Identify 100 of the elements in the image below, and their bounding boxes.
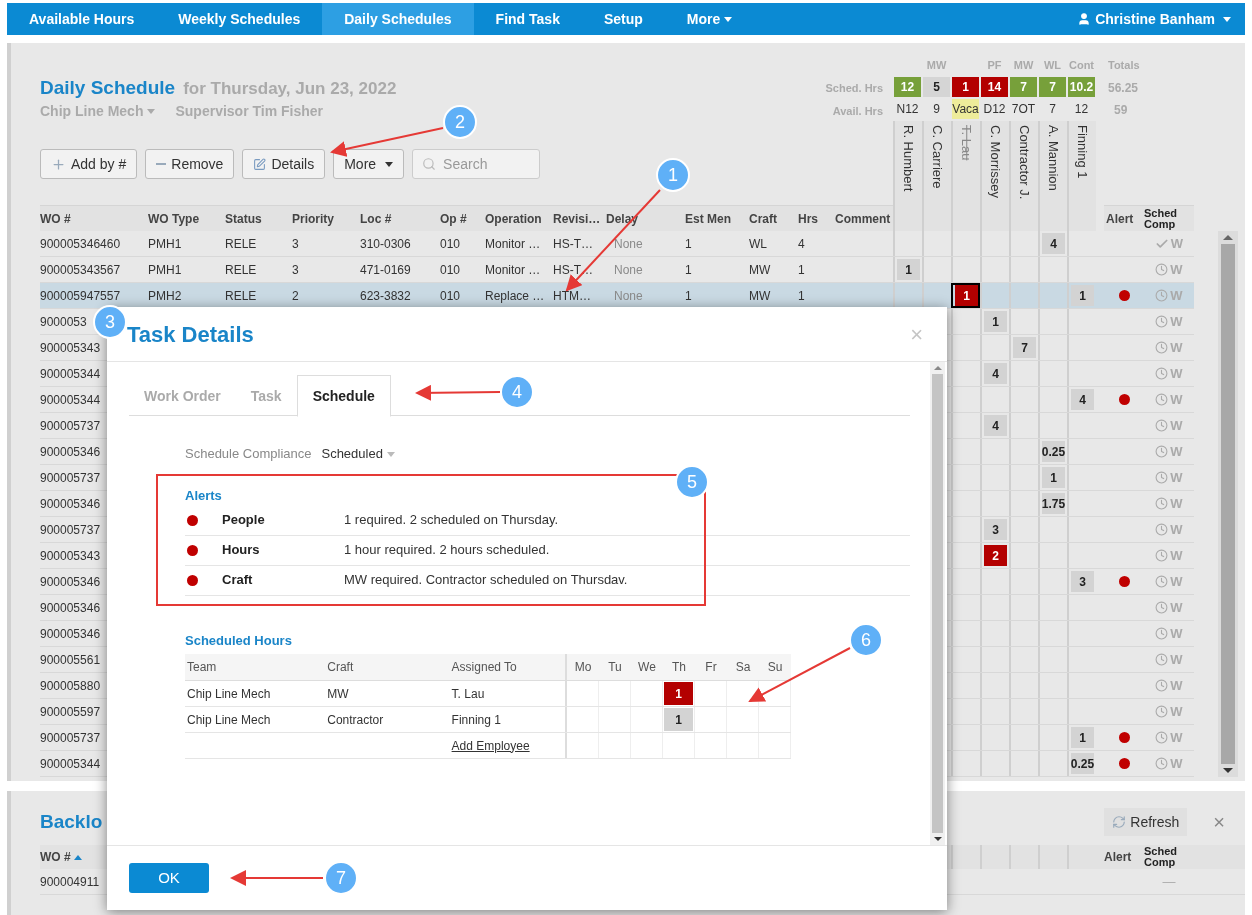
column-header[interactable]: Hrs xyxy=(798,205,835,231)
user-menu[interactable]: Christine Banham xyxy=(1077,3,1245,35)
hours-cell[interactable]: 3 xyxy=(980,517,1009,542)
hours-cell[interactable]: 1 xyxy=(1067,283,1096,308)
hours-cell[interactable]: 0.25 xyxy=(1067,751,1096,776)
scheduled-hours: 14 xyxy=(981,77,1008,97)
toolbar-button[interactable]: Details xyxy=(242,149,326,179)
hours-cell[interactable]: 2 xyxy=(980,543,1009,568)
compliance-dropdown[interactable]: Scheduled xyxy=(321,444,395,464)
compliance-code: W xyxy=(1170,520,1183,539)
scheduled-hours: 12 xyxy=(894,77,921,97)
nav-tab[interactable]: More xyxy=(664,3,755,35)
column-header[interactable]: Status xyxy=(225,205,292,231)
add-employee-link[interactable]: Add Employee xyxy=(449,736,565,755)
hours-cell[interactable]: 0.25 xyxy=(1038,439,1067,464)
scrollbar[interactable] xyxy=(1218,231,1238,777)
totals-label: Totals xyxy=(1107,58,1141,73)
table-cell-text: 900005346460 xyxy=(40,235,121,253)
table-cell-text: 900005344 xyxy=(40,365,101,383)
section-title: Alerts xyxy=(185,487,223,505)
hours-cell[interactable]: 1 xyxy=(663,707,695,732)
column-header: Alert xyxy=(1104,849,1133,866)
available-hours: 7 xyxy=(1048,101,1057,118)
table-cell-text: Replace … xyxy=(485,287,545,305)
hours-cell[interactable]: 3 xyxy=(1067,569,1096,594)
table-cell-text: 900005880 xyxy=(40,677,101,695)
table-cell-text: 4 xyxy=(798,235,805,253)
column-header[interactable]: Comment xyxy=(835,205,893,231)
table-cell-text: None xyxy=(614,287,643,305)
table-cell-text: 900005343567 xyxy=(40,261,121,279)
toolbar-button[interactable]: Add by # xyxy=(40,149,138,179)
nav-tab[interactable]: Find Task xyxy=(473,3,582,35)
hours-cell[interactable]: 1 xyxy=(663,681,695,706)
compliance-code: W xyxy=(1170,390,1183,409)
row-label: Sched. Hrs xyxy=(825,80,884,96)
hours-cell[interactable]: 1 xyxy=(893,257,922,282)
compliance-code: W xyxy=(1170,338,1183,357)
column-header[interactable]: Operation xyxy=(485,205,553,231)
column-header: We xyxy=(637,659,657,676)
hours-cell[interactable]: 1 xyxy=(1038,465,1067,490)
hours-cell[interactable]: 1.75 xyxy=(1038,491,1067,516)
hours-cell[interactable]: 7 xyxy=(1009,335,1038,360)
column-header[interactable]: WO # xyxy=(40,205,148,231)
compliance-code: W xyxy=(1170,468,1183,487)
column-header: Fr xyxy=(704,659,718,676)
table-cell-text: 900005346 xyxy=(40,495,101,513)
refresh-button[interactable]: Refresh xyxy=(1104,808,1188,836)
hours-cell[interactable]: 1 xyxy=(980,309,1009,334)
nav-tab[interactable]: Weekly Schedules xyxy=(156,3,323,35)
hours-cell[interactable]: 4 xyxy=(1038,231,1067,256)
column-header[interactable]: Loc # xyxy=(360,205,440,231)
hours-cell[interactable]: 4 xyxy=(1067,387,1096,412)
column-header: Assigned To xyxy=(450,659,518,676)
compliance-code: W xyxy=(1170,416,1183,435)
column-header: Sched Comp xyxy=(1144,205,1194,231)
column-header[interactable]: WO Type xyxy=(148,205,225,231)
compliance-code: W xyxy=(1170,260,1183,279)
hours-cell[interactable]: 1 xyxy=(1067,725,1096,750)
table-cell-text: HS-T… xyxy=(553,235,593,253)
available-hours: D12 xyxy=(982,101,1007,118)
table-cell-text: 1 xyxy=(685,287,692,305)
column-header[interactable]: Revisi… xyxy=(553,205,606,231)
column-header[interactable]: Est Men xyxy=(685,205,749,231)
table-cell-text: None xyxy=(614,261,643,279)
table-cell-text: 900005346 xyxy=(40,599,101,617)
dialog-tab[interactable]: Schedule xyxy=(296,375,391,417)
table-cell-text: PMH2 xyxy=(148,287,182,305)
table-cell-text: 1 xyxy=(685,235,692,253)
table-cell-text: 900005947557 xyxy=(40,287,121,305)
column-header[interactable]: Craft xyxy=(749,205,798,231)
hours-cell[interactable]: 1 xyxy=(951,283,980,308)
nav-tab[interactable]: Setup xyxy=(581,3,665,35)
table-cell-text: Monitor … xyxy=(485,261,541,279)
table-row[interactable]: 900005346460 PMH1 RELE 3 310-0306 010 Monitor … HS-T… None 1 WL 4 4 W xyxy=(40,231,1194,257)
toolbar-button[interactable]: Remove xyxy=(145,149,235,179)
table-cell-text: Monitor … xyxy=(485,235,541,253)
hours-cell[interactable]: 4 xyxy=(980,361,1009,386)
search-field[interactable]: Search xyxy=(412,149,541,179)
craft-group-label: Cont xyxy=(1067,58,1095,73)
toolbar-button[interactable]: More xyxy=(333,149,405,179)
table-row[interactable]: 900005947557 PMH2 RELE 2 623-3832 010 Replace … HTM… None 1 MW 1 1 1 W xyxy=(40,283,1194,309)
alert-label: Hours xyxy=(222,541,261,560)
compliance-code: W xyxy=(1170,546,1183,565)
craft-group-label: MW xyxy=(925,58,948,73)
scheduled-hours: 1 xyxy=(952,77,979,97)
craft-group-label: WL xyxy=(1042,58,1063,73)
ok-button[interactable]: OK xyxy=(129,863,209,893)
scrollbar[interactable] xyxy=(930,362,945,845)
nav-tab[interactable]: Available Hours xyxy=(7,3,157,35)
compliance-code: W xyxy=(1170,702,1183,721)
table-cell-text: 900005737 xyxy=(40,417,101,435)
table-cell-text: PMH1 xyxy=(148,261,182,279)
column-header[interactable]: Priority xyxy=(292,205,360,231)
hours-cell[interactable]: 4 xyxy=(980,413,1009,438)
column-header[interactable]: Op # xyxy=(440,205,485,231)
table-cell-text: RELE xyxy=(225,235,257,253)
table-cell-text: Chip Line Mech xyxy=(186,685,272,703)
compliance-code: W xyxy=(1170,234,1184,253)
user-icon xyxy=(1077,12,1092,26)
scheduled-hours: 10.2 xyxy=(1068,77,1095,97)
